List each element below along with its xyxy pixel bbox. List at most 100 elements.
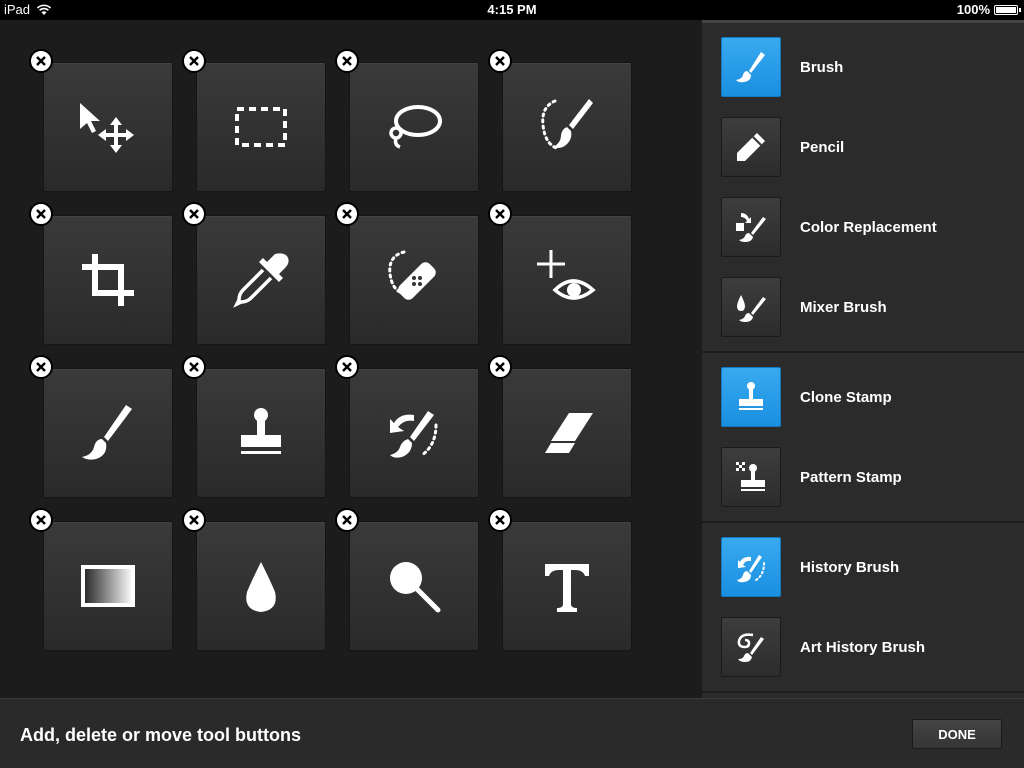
status-bar: iPad 4:15 PM 100%	[0, 0, 1024, 20]
history-brush-icon	[737, 555, 765, 583]
brush-icon	[736, 52, 765, 83]
clone-stamp-icon	[241, 408, 281, 454]
tile-eyedropper-tool[interactable]	[196, 215, 326, 345]
tile-brush-tool[interactable]	[43, 368, 173, 498]
tile-clone-stamp-tool[interactable]	[196, 368, 326, 498]
pattern-stamp-icon	[736, 462, 765, 491]
art-history-brush-icon	[737, 633, 764, 662]
tool-options-panel: Brush Pencil Color Replacement Mixer Bru…	[702, 20, 1024, 698]
move-icon	[80, 103, 134, 153]
status-time: 4:15 PM	[487, 2, 537, 17]
tile-red-eye-tool[interactable]	[502, 215, 632, 345]
tool-option-brush[interactable]: Brush	[702, 27, 1024, 107]
remove-lasso-tool-button[interactable]	[335, 49, 359, 73]
history-brush-icon	[390, 411, 438, 458]
remove-type-tool-button[interactable]	[488, 508, 512, 532]
dodge-icon	[390, 562, 441, 613]
remove-blur-tool-button[interactable]	[182, 508, 206, 532]
close-icon	[342, 362, 352, 372]
tool-option-label: Pencil	[800, 138, 845, 156]
tool-option-label: History Brush	[800, 558, 900, 576]
eyedropper-icon	[233, 253, 289, 308]
tile-move-tool[interactable]	[43, 62, 173, 192]
close-icon	[36, 209, 46, 219]
mixer-brush-icon	[737, 295, 766, 322]
color-replacement-option-icon-box	[721, 197, 781, 257]
tile-crop-tool[interactable]	[43, 215, 173, 345]
stamp-tools-group: Clone Stamp Pattern Stamp	[702, 353, 1024, 523]
remove-healing-brush-tool-button[interactable]	[335, 202, 359, 226]
brush-option-icon-box	[721, 37, 781, 97]
close-icon	[36, 515, 46, 525]
remove-history-brush-tool-button[interactable]	[335, 355, 359, 379]
tile-dodge-tool[interactable]	[349, 521, 479, 651]
remove-red-eye-tool-button[interactable]	[488, 202, 512, 226]
tile-healing-brush-tool[interactable]	[349, 215, 479, 345]
tile-lasso-tool[interactable]	[349, 62, 479, 192]
close-icon	[495, 515, 505, 525]
tool-option-label: Art History Brush	[800, 638, 926, 656]
clone-stamp-icon	[739, 382, 763, 410]
lasso-icon	[389, 105, 442, 149]
eraser-icon	[545, 413, 593, 453]
tool-option-pencil[interactable]: Pencil	[702, 107, 1024, 187]
gradient-icon	[81, 565, 135, 607]
remove-dodge-tool-button[interactable]	[335, 508, 359, 532]
remove-crop-tool-button[interactable]	[29, 202, 53, 226]
remove-marquee-tool-button[interactable]	[182, 49, 206, 73]
tool-option-history-brush[interactable]: History Brush	[702, 527, 1024, 607]
close-icon	[342, 209, 352, 219]
tool-option-clone-stamp[interactable]: Clone Stamp	[702, 357, 1024, 437]
pattern-stamp-option-icon-box	[721, 447, 781, 507]
close-icon	[495, 209, 505, 219]
tile-eraser-tool[interactable]	[502, 368, 632, 498]
close-icon	[495, 362, 505, 372]
crop-icon	[82, 254, 134, 306]
tool-option-label: Brush	[800, 58, 844, 76]
close-icon	[495, 56, 505, 66]
remove-clone-stamp-tool-button[interactable]	[182, 355, 206, 379]
art-history-brush-option-icon-box	[721, 617, 781, 677]
remove-eyedropper-tool-button[interactable]	[182, 202, 206, 226]
remove-quick-selection-tool-button[interactable]	[488, 49, 512, 73]
done-button[interactable]: DONE	[912, 719, 1002, 749]
tile-blur-tool[interactable]	[196, 521, 326, 651]
type-icon	[545, 564, 589, 612]
close-icon	[189, 362, 199, 372]
tile-marquee-tool[interactable]	[196, 62, 326, 192]
bottom-bar: Add, delete or move tool buttons DONE	[0, 698, 1024, 768]
healing-brush-icon	[388, 250, 436, 300]
color-replacement-icon	[736, 213, 766, 242]
remove-move-tool-button[interactable]	[29, 49, 53, 73]
tool-option-pattern-stamp[interactable]: Pattern Stamp	[702, 437, 1024, 517]
quick-selection-icon	[541, 99, 593, 151]
pencil-option-icon-box	[721, 117, 781, 177]
history-brush-option-icon-box	[721, 537, 781, 597]
tool-option-art-history-brush[interactable]: Art History Brush	[702, 607, 1024, 687]
close-icon	[36, 56, 46, 66]
close-icon	[342, 56, 352, 66]
tile-type-tool[interactable]	[502, 521, 632, 651]
tool-option-label: Pattern Stamp	[800, 468, 902, 486]
tool-option-color-replacement[interactable]: Color Replacement	[702, 187, 1024, 267]
remove-brush-tool-button[interactable]	[29, 355, 53, 379]
brush-tools-group: Brush Pencil Color Replacement Mixer Bru…	[702, 20, 1024, 353]
close-icon	[189, 515, 199, 525]
close-icon	[189, 209, 199, 219]
tool-option-label: Color Replacement	[800, 218, 937, 236]
tile-quick-selection-tool[interactable]	[502, 62, 632, 192]
marquee-icon	[235, 107, 287, 147]
close-icon	[342, 515, 352, 525]
red-eye-icon	[537, 250, 596, 300]
tool-option-label: Mixer Brush	[800, 298, 887, 316]
mixer-brush-option-icon-box	[721, 277, 781, 337]
tool-option-mixer-brush[interactable]: Mixer Brush	[702, 267, 1024, 347]
tool-option-label: Clone Stamp	[800, 388, 892, 406]
close-icon	[189, 56, 199, 66]
tile-history-brush-tool[interactable]	[349, 368, 479, 498]
tile-gradient-tool[interactable]	[43, 521, 173, 651]
pencil-icon	[737, 133, 765, 161]
remove-eraser-tool-button[interactable]	[488, 355, 512, 379]
remove-gradient-tool-button[interactable]	[29, 508, 53, 532]
brush-icon	[82, 405, 132, 460]
